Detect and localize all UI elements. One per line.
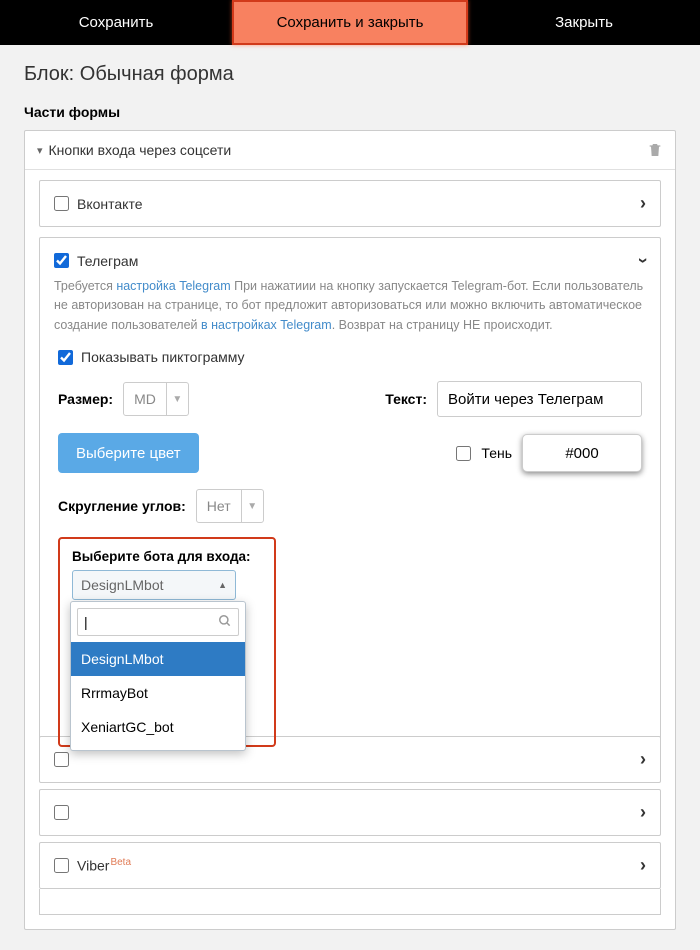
show-icon-label: Показывать пиктограмму [81,349,245,365]
chevron-down-icon: › [633,258,654,264]
chevron-down-icon: ▼ [166,383,188,415]
chevron-right-icon: › [640,749,646,770]
radius-label: Скругление углов: [58,498,186,514]
collapsed-items: › › ViberBeta › [39,736,661,915]
show-icon-checkbox[interactable] [58,350,73,365]
bot-option[interactable]: XeniartGC_bot [71,710,245,744]
choose-color-button[interactable]: Выберите цвет [58,433,199,473]
chevron-down-icon: ▼ [241,490,263,522]
content-area: Блок: Обычная форма Части формы ▾ Кнопки… [0,45,700,950]
radius-value: Нет [197,490,241,522]
search-icon [218,614,232,631]
viber-row: ViberBeta › [39,842,661,889]
social-panel: ▾ Кнопки входа через соцсети Вконтакте ›… [24,130,676,930]
beta-badge: Beta [110,857,131,868]
social-panel-title: Кнопки входа через соцсети [49,142,647,158]
size-text-row: Размер: MD ▼ Текст: [58,381,642,417]
bot-select-label: Выберите бота для входа: [72,549,262,564]
telegram-settings-link[interactable]: в настройках Telegram [201,318,332,332]
shadow-checkbox[interactable] [456,446,471,461]
bot-search-input[interactable] [84,614,218,630]
chevron-down-icon: ▾ [37,144,43,157]
bot-search-wrap [77,608,239,636]
vk-label: Вконтакте [77,196,640,212]
chevron-up-icon: ▲ [218,580,227,590]
button-text-input[interactable] [437,381,642,417]
bot-option[interactable]: RrrmayBot [71,676,245,710]
collapsed-row-header[interactable]: › [40,790,660,835]
shadow-label: Тень [481,445,512,461]
list-item-partial [39,889,661,915]
telegram-checkbox[interactable] [54,253,69,268]
chevron-right-icon: › [640,802,646,823]
radius-row: Скругление углов: Нет ▼ [58,489,642,523]
telegram-setup-link[interactable]: настройка Telegram [116,279,230,293]
item-checkbox[interactable] [54,805,69,820]
close-button[interactable]: Закрыть [468,0,700,45]
vk-checkbox[interactable] [54,196,69,211]
bot-select-box: Выберите бота для входа: DesignLMbot ▲ [58,537,276,747]
size-label: Размер: [58,391,113,407]
viber-label: ViberBeta [77,857,640,874]
page-title: Блок: Обычная форма [24,63,676,86]
color-shadow-row: Выберите цвет Тень [58,433,642,473]
bot-select-value: DesignLMbot [81,577,218,593]
show-icon-row: Показывать пиктограмму [58,349,642,365]
trash-icon[interactable] [647,141,663,159]
save-close-button[interactable]: Сохранить и закрыть [232,0,468,45]
social-panel-header[interactable]: ▾ Кнопки входа через соцсети [25,131,675,170]
top-toolbar: Сохранить Сохранить и закрыть Закрыть [0,0,700,45]
bot-select[interactable]: DesignLMbot ▲ [72,570,236,600]
radius-select[interactable]: Нет ▼ [196,489,264,523]
bot-options-list: DesignLMbot RrrmayBot XeniartGC_bot [71,642,245,750]
telegram-body: Показывать пиктограмму Размер: MD ▼ Текс… [40,345,660,763]
viber-checkbox[interactable] [54,858,69,873]
item-checkbox[interactable] [54,752,69,767]
telegram-description: Требуется настройка Telegram При нажатии… [40,277,660,345]
bot-option[interactable]: DesignLMbot [71,642,245,676]
vk-row-header[interactable]: Вконтакте › [40,181,660,226]
social-inner: Вконтакте › Телеграм › Требуется настрой… [25,170,675,929]
vk-row: Вконтакте › [39,180,661,227]
size-value: MD [124,383,166,415]
chevron-right-icon: › [640,193,646,214]
section-title: Части формы [24,104,676,120]
list-item: › [39,789,661,836]
shadow-color-input[interactable] [522,434,642,472]
text-label: Текст: [385,391,427,407]
save-button[interactable]: Сохранить [0,0,232,45]
chevron-right-icon: › [640,855,646,876]
telegram-row-header[interactable]: Телеграм › [40,238,660,277]
size-select[interactable]: MD ▼ [123,382,189,416]
viber-row-header[interactable]: ViberBeta › [40,843,660,888]
bot-dropdown: DesignLMbot RrrmayBot XeniartGC_bot [70,601,246,751]
telegram-row: Телеграм › Требуется настройка Telegram … [39,237,661,764]
telegram-label: Телеграм [77,253,640,269]
